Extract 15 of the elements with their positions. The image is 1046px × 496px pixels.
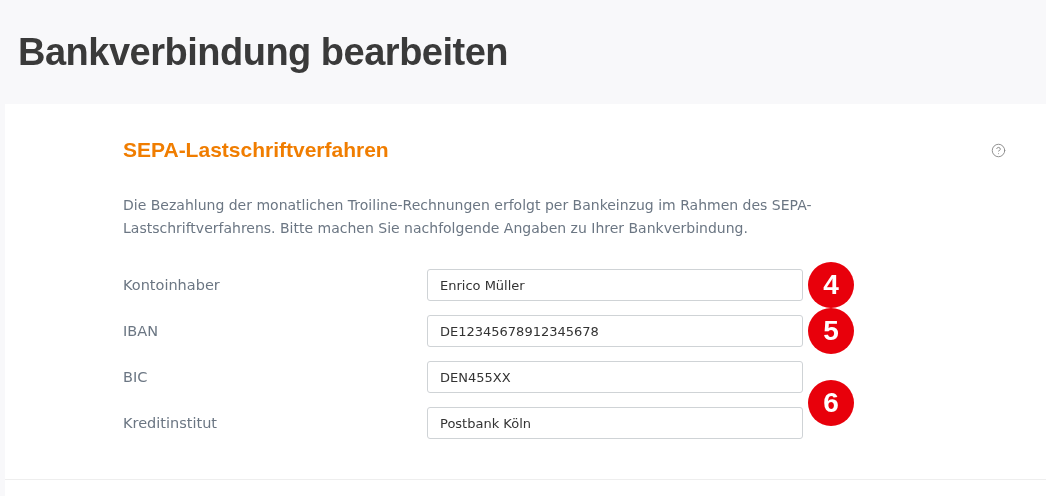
- field-label: Kontoinhaber: [123, 277, 221, 293]
- step-badge: 6: [808, 380, 854, 426]
- step-badge: 5: [808, 308, 854, 354]
- page-title: Bankverbindung bearbeiten: [18, 30, 509, 74]
- section-title: SEPA-Lastschriftverfahren: [123, 138, 389, 162]
- field-label: BIC: [123, 369, 149, 385]
- section-description: Die Bezahlung der monatlichen Troiline-Rechnungen erfolgt per Bankeinzug im Rahmen des SEPA-Lastschriftverfahrens. Bitte machen Sie nachfolgende Angaben zu Ihrer Bankverbindung.: [123, 196, 813, 238]
- text-field[interactable]: DE12345678912345678: [427, 315, 803, 347]
- field-label: Kreditinstitut: [123, 415, 219, 431]
- step-badge: 4: [808, 262, 854, 308]
- text-field[interactable]: Enrico Müller: [427, 269, 803, 301]
- text-field[interactable]: DEN455XX: [427, 361, 803, 393]
- field-label: IBAN: [123, 323, 159, 339]
- text-field[interactable]: Postbank Köln: [427, 407, 803, 439]
- help-icon[interactable]: [991, 142, 1006, 158]
